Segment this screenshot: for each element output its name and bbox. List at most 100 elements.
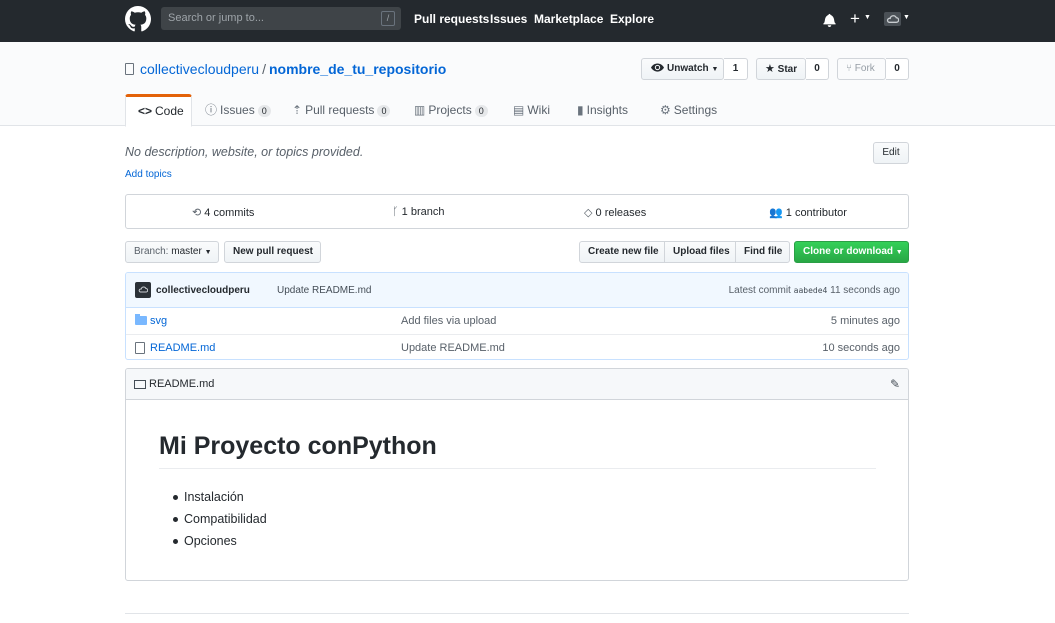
tab-issues[interactable]: ⓘ Issues 0	[205, 94, 271, 126]
repo-stats-bar: ⟲ 4 commits ᚴ 1 branch ◇ 0 releases 👥 1 …	[125, 194, 909, 229]
file-row-readme: README.md Update README.md 10 seconds ag…	[126, 334, 908, 359]
tab-code[interactable]: <> Code	[125, 94, 192, 127]
tag-icon: ◇	[584, 207, 593, 219]
folder-icon	[135, 314, 147, 325]
github-logo-icon[interactable]	[125, 6, 151, 32]
tab-wiki[interactable]: ▤ Wiki	[513, 94, 550, 126]
project-icon: ▥	[414, 103, 426, 117]
edit-description-button[interactable]: Edit	[873, 142, 909, 164]
book-icon	[134, 380, 146, 389]
commit-message-link[interactable]: Update README.md	[277, 285, 371, 296]
readme-list-item: Opciones	[173, 530, 267, 552]
tab-pull-requests-label: Pull requests	[305, 103, 375, 117]
new-pull-request-button[interactable]: New pull request	[224, 241, 321, 263]
branch-prefix: Branch:	[134, 246, 169, 257]
nav-explore[interactable]: Explore	[610, 12, 654, 26]
wiki-icon: ▤	[513, 103, 525, 117]
tab-projects-count: 0	[474, 105, 488, 117]
releases-count: 0 releases	[595, 207, 647, 219]
file-navigator: collectivecloudperu Update README.md Lat…	[125, 272, 909, 360]
branches-stat[interactable]: ᚴ 1 branch	[392, 206, 444, 218]
upload-files-button[interactable]: Upload files	[664, 241, 736, 263]
star-button[interactable]: ★ Star	[756, 58, 806, 80]
commit-author-link[interactable]: collectivecloudperu	[156, 285, 250, 296]
tab-insights[interactable]: ▮ Insights	[577, 94, 628, 126]
tab-pull-requests[interactable]: ⇡ Pull requests 0	[292, 94, 391, 126]
nav-issues[interactable]: Issues	[490, 12, 527, 26]
fork-button[interactable]: ⑂ Fork	[837, 58, 886, 80]
repo-icon	[125, 63, 134, 75]
code-icon: <>	[138, 104, 153, 118]
issue-icon: ⓘ	[205, 103, 218, 117]
pull-request-icon: ⇡	[292, 103, 303, 117]
tab-insights-label: Insights	[586, 103, 628, 117]
readme-heading: Mi Proyecto conPython	[159, 432, 876, 469]
commit-author-avatar[interactable]	[135, 282, 151, 298]
file-name-link[interactable]: svg	[150, 315, 167, 327]
file-text-icon	[135, 342, 145, 354]
nav-marketplace[interactable]: Marketplace	[534, 12, 603, 26]
user-avatar[interactable]	[884, 12, 901, 26]
clone-download-button[interactable]: Clone or download ▼	[794, 241, 909, 263]
graph-icon: ▮	[577, 103, 584, 117]
find-file-button[interactable]: Find file	[735, 241, 790, 263]
fork-count[interactable]: 0	[886, 58, 909, 80]
search-placeholder: Search or jump to...	[168, 12, 264, 24]
tab-wiki-label: Wiki	[527, 103, 551, 117]
star-count[interactable]: 0	[806, 58, 829, 80]
star-icon: ★	[765, 63, 775, 75]
unwatch-button[interactable]: Unwatch ▼	[641, 58, 724, 80]
repo-title: collectivecloudperu / nombre_de_tu_reposit…	[125, 61, 446, 77]
watch-count[interactable]: 1	[724, 58, 748, 80]
branch-name: master	[171, 246, 202, 257]
nav-pull-requests[interactable]: Pull requests	[414, 12, 489, 26]
clone-download-label: Clone or download	[803, 246, 893, 257]
people-icon: 👥	[769, 207, 783, 219]
unwatch-label: Unwatch	[667, 63, 709, 74]
commits-count: 4 commits	[204, 207, 255, 219]
repo-description: No description, website, or topics provi…	[125, 145, 364, 159]
clone-chevron-icon: ▼	[895, 249, 903, 256]
file-name-link[interactable]: README.md	[150, 342, 215, 354]
search-input[interactable]: Search or jump to... /	[161, 7, 401, 30]
file-row-svg: svg Add files via upload 5 minutes ago	[126, 308, 908, 334]
readme-header: README.md ✎	[126, 369, 908, 400]
releases-stat[interactable]: ◇ 0 releases	[584, 206, 646, 219]
tab-issues-count: 0	[257, 105, 271, 117]
notifications-bell-icon[interactable]	[823, 13, 836, 27]
repo-owner-link[interactable]: collectivecloudperu	[140, 61, 259, 77]
readme-filename: README.md	[149, 378, 215, 390]
tab-settings[interactable]: ⚙ Settings	[660, 94, 717, 126]
chevron-down-icon[interactable]: ▼	[864, 14, 871, 21]
branch-select-button[interactable]: Branch: master ▼	[125, 241, 219, 263]
create-new-file-button[interactable]: Create new file	[579, 241, 665, 263]
tab-projects[interactable]: ▥ Projects 0	[414, 94, 488, 126]
tab-code-label: Code	[155, 104, 184, 118]
add-topics-link[interactable]: Add topics	[125, 169, 172, 180]
branch-icon: ᚴ	[392, 206, 399, 218]
commit-sha-link[interactable]: aabede4	[794, 286, 828, 295]
commits-stat[interactable]: ⟲ 4 commits	[192, 206, 254, 219]
repo-name-link[interactable]: nombre_de_tu_repositorio	[269, 61, 446, 77]
star-label: Star	[777, 64, 798, 75]
gear-icon: ⚙	[660, 103, 671, 117]
latest-commit-age: 11 seconds ago	[830, 285, 900, 296]
latest-commit-prefix: Latest commit	[728, 285, 791, 296]
avatar-chevron-down-icon[interactable]: ▼	[903, 14, 910, 21]
file-age: 10 seconds ago	[822, 342, 900, 354]
latest-commit-bar: collectivecloudperu Update README.md Lat…	[126, 273, 908, 308]
file-commit-message[interactable]: Add files via upload	[401, 315, 496, 327]
pencil-edit-icon[interactable]: ✎	[890, 377, 900, 391]
create-new-plus-icon[interactable]: +	[850, 9, 860, 29]
repo-header: collectivecloudperu / nombre_de_tu_reposit…	[0, 42, 1055, 127]
file-age: 5 minutes ago	[830, 315, 900, 327]
file-commit-message[interactable]: Update README.md	[401, 342, 505, 354]
tab-issues-label: Issues	[220, 103, 255, 117]
commit-history-icon: ⟲	[192, 207, 202, 219]
contributors-stat[interactable]: 👥 1 contributor	[769, 206, 847, 219]
branch-chevron-icon: ▼	[204, 249, 212, 256]
cloud-icon	[138, 286, 148, 293]
readme-list-item: Instalación	[173, 486, 267, 508]
branches-count: 1 branch	[401, 206, 445, 218]
cloud-icon	[886, 15, 899, 23]
